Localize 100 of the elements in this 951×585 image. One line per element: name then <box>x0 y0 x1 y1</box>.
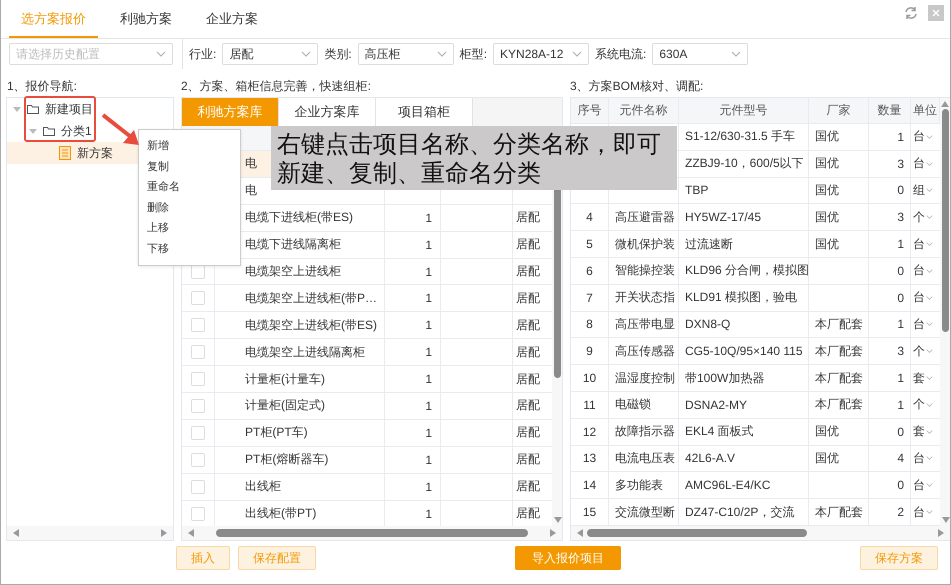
table-cell: 居配 <box>516 236 540 254</box>
chevron-icon <box>926 160 933 167</box>
checkbox[interactable] <box>191 318 205 332</box>
top-tab[interactable]: 利驰方案 <box>108 0 184 38</box>
arrow-up-icon[interactable] <box>941 101 949 107</box>
column-header: 元件名称 <box>620 102 668 119</box>
checkbox[interactable] <box>191 426 205 440</box>
table-row[interactable]: PT柜(PT车) 1 居配 <box>182 420 552 447</box>
table-cell: 本厂配套 <box>815 396 863 414</box>
table-cell: 1 <box>425 291 432 306</box>
checkbox[interactable] <box>191 452 205 467</box>
table-cell: 0 <box>897 264 904 278</box>
unit-select[interactable]: 台 <box>913 128 933 146</box>
table-cell: AMC96L-E4/KC <box>685 478 770 492</box>
table-cell: 国优 <box>815 236 839 253</box>
scrollbar-track[interactable] <box>182 526 562 540</box>
unit-select[interactable]: 套 <box>913 370 933 387</box>
checkbox[interactable] <box>191 372 205 386</box>
caret-icon[interactable] <box>13 105 21 113</box>
table-cell: 1 <box>425 264 432 278</box>
table-cell: 居配 <box>516 263 540 280</box>
unit-select[interactable]: 套 <box>913 423 933 440</box>
chevron-icon <box>926 134 933 140</box>
unit-select[interactable]: 台 <box>913 289 933 306</box>
table-cell: 42L6-A.V <box>685 451 736 466</box>
arrow-right-icon[interactable] <box>550 529 556 537</box>
filter-select[interactable]: KYN28A-12 <box>493 43 590 65</box>
table-cell: 多功能表 <box>615 476 663 494</box>
table-cell: 11 <box>583 398 596 412</box>
scrollbar-track[interactable] <box>7 526 173 540</box>
checkbox[interactable] <box>191 506 205 521</box>
top-tab[interactable]: 企业方案 <box>194 0 270 38</box>
table-cell: CG5-10Q/95×140 115 <box>685 344 803 358</box>
table-cell: 高压避雷器 <box>615 208 675 226</box>
arrow-right-icon[interactable] <box>161 529 167 537</box>
library-tab[interactable]: 项目箱柜 <box>376 98 473 126</box>
unit-select[interactable]: 台 <box>913 504 933 521</box>
table-cell: 高压带电显 <box>615 316 675 333</box>
unit-select[interactable]: 台 <box>913 476 933 494</box>
table-row[interactable]: 计量柜(固定式) 1 居配 <box>182 393 552 420</box>
chevron-icon <box>926 375 933 382</box>
chevron-icon <box>572 51 582 57</box>
document-icon <box>59 146 71 160</box>
filter-select[interactable]: 630A <box>652 43 748 65</box>
scrollbar-track[interactable] <box>571 526 950 540</box>
unit-select[interactable]: 台 <box>913 155 933 172</box>
table-cell: 电缆架空上进线柜(带ES) <box>245 316 377 334</box>
arrow-down-icon[interactable] <box>942 517 950 523</box>
close-button[interactable] <box>928 5 944 21</box>
filter-select[interactable]: 居配 <box>222 43 318 65</box>
table-cell: 1 <box>425 426 432 440</box>
chevron-icon <box>926 455 933 462</box>
table-cell: 电缆架空上进线柜 <box>245 263 341 280</box>
tree-item[interactable]: 新建项目 <box>7 98 173 120</box>
unit-select[interactable]: 组 <box>913 182 933 199</box>
unit-select[interactable]: 个 <box>913 396 933 414</box>
table-row[interactable]: 电缆架空上进线隔离柜 1 居配 <box>182 339 552 366</box>
caret-icon[interactable] <box>29 127 37 135</box>
arrow-left-icon[interactable] <box>188 529 194 537</box>
arrow-right-icon[interactable] <box>938 529 944 537</box>
checkbox[interactable] <box>191 291 205 306</box>
table-row[interactable]: PT柜(熔断器车) 1 居配 <box>182 446 552 474</box>
scrollbar-track[interactable] <box>940 98 950 526</box>
unit-select[interactable]: 台 <box>913 262 933 280</box>
chevron-icon <box>926 187 933 194</box>
checkbox[interactable] <box>191 480 205 494</box>
table-cell: 本厂配套 <box>815 370 863 387</box>
unit-select[interactable]: 个 <box>913 342 933 360</box>
chevron-icon <box>926 428 933 435</box>
table-cell: 1 <box>425 480 432 494</box>
table-row[interactable]: 出线柜 1 居配 <box>182 474 552 501</box>
arrow-left-icon[interactable] <box>13 529 19 537</box>
table-row[interactable]: 电缆架空上进线柜(带ES) 1 居配 <box>182 312 552 340</box>
column-header: 序号 <box>578 102 602 119</box>
table-cell: 电缆下进线柜(带ES) <box>245 209 353 226</box>
table-row[interactable]: 计量柜(计量车) 1 居配 <box>182 366 552 394</box>
arrow-left-icon[interactable] <box>577 529 583 537</box>
table-cell: 1 <box>425 345 432 360</box>
unit-select[interactable]: 台 <box>913 236 933 253</box>
library-tab[interactable]: 企业方案库 <box>279 98 376 126</box>
table-cell: 交流微型断 <box>615 504 675 521</box>
scrollbar-thumb[interactable] <box>587 529 808 537</box>
scrollbar-thumb[interactable] <box>216 529 528 537</box>
table-row[interactable]: 电缆架空上进线柜(带P… 1 居配 <box>182 285 552 312</box>
checkbox[interactable] <box>191 398 205 413</box>
refresh-icon[interactable] <box>904 6 918 20</box>
filter-select[interactable]: 高压柜 <box>358 43 454 65</box>
unit-select[interactable]: 台 <box>913 316 933 333</box>
table-cell: 13 <box>582 451 596 466</box>
table-cell: 居配 <box>516 290 540 307</box>
unit-select[interactable]: 个 <box>913 208 933 226</box>
table-cell: DSNA2-MY <box>685 398 748 412</box>
table-cell: 4 <box>586 210 593 224</box>
table-cell: 1 <box>425 398 432 413</box>
scrollbar-thumb[interactable] <box>942 109 948 332</box>
table-cell: 电缆下进线隔离柜 <box>245 236 341 254</box>
arrow-down-icon[interactable] <box>554 517 562 523</box>
checkbox[interactable] <box>191 345 205 360</box>
table-cell: DXN8-Q <box>685 317 730 332</box>
unit-select[interactable]: 台 <box>913 450 933 467</box>
